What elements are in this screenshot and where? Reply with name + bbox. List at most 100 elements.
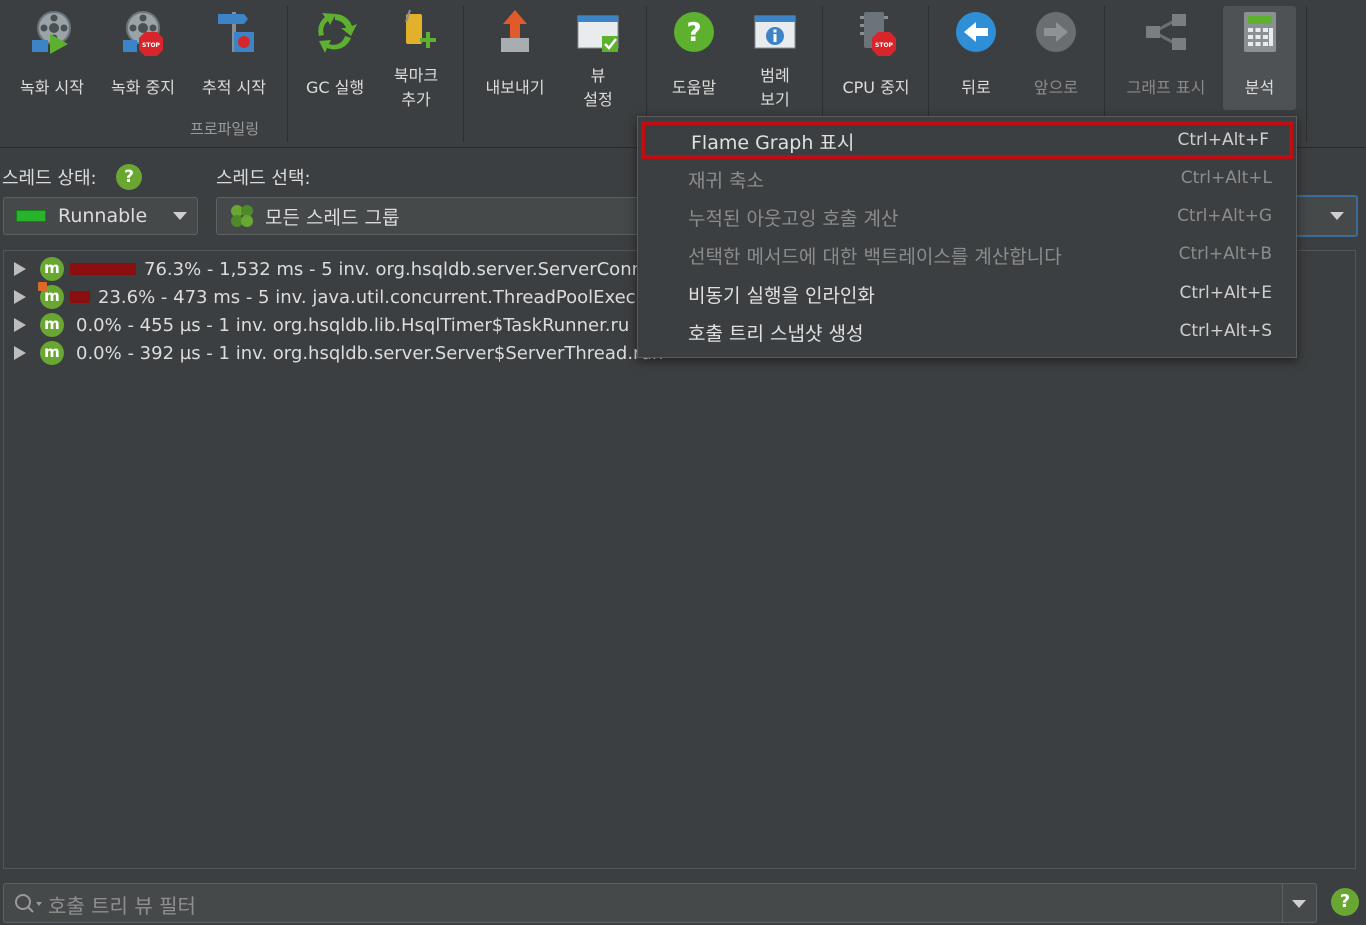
expand-icon[interactable] bbox=[14, 318, 26, 332]
menu-item-collapse-recursion[interactable]: 재귀 축소 Ctrl+Alt+L bbox=[638, 159, 1296, 197]
expand-icon[interactable] bbox=[14, 290, 26, 304]
record-stop-button[interactable]: STOP 녹화 중지 bbox=[104, 6, 182, 110]
cpu-stop-label: CPU 중지 bbox=[842, 78, 910, 97]
time-bar bbox=[70, 291, 90, 303]
menu-item-shortcut: Ctrl+Alt+G bbox=[1177, 206, 1272, 226]
forward-icon bbox=[1032, 8, 1080, 56]
search-icon[interactable] bbox=[14, 893, 44, 919]
thread-group-icon bbox=[229, 203, 255, 229]
menu-item-label: 비동기 실행을 인라인화 bbox=[688, 285, 875, 307]
tree-row[interactable]: m 23.6% - 473 ms - 5 inv. java.util.conc… bbox=[4, 282, 636, 311]
menu-item-show-flame-graph[interactable]: Flame Graph 표시 Ctrl+Alt+F bbox=[641, 121, 1293, 159]
add-bookmark-label: 북마크 추가 bbox=[393, 66, 439, 109]
forward-label: 앞으로 bbox=[1033, 78, 1079, 97]
help-label: 도움말 bbox=[671, 78, 717, 97]
menu-item-inline-async[interactable]: 비동기 실행을 인라인화 Ctrl+Alt+E bbox=[638, 274, 1296, 312]
menu-item-label: 선택한 메서드에 대한 백트레이스를 계산합니다 bbox=[688, 246, 1062, 268]
back-button[interactable]: 뒤로 bbox=[944, 6, 1008, 110]
forward-button[interactable]: 앞으로 bbox=[1020, 6, 1092, 110]
thread-status-label: 스레드 상태: bbox=[2, 168, 97, 189]
menu-item-label: 호출 트리 스냅샷 생성 bbox=[688, 323, 864, 345]
run-gc-icon bbox=[311, 8, 359, 56]
record-start-button[interactable]: 녹화 시작 bbox=[12, 6, 92, 110]
view-settings-label: 뷰 설정 bbox=[583, 66, 613, 109]
view-settings-button[interactable]: 뷰 설정 bbox=[566, 6, 630, 110]
help-icon[interactable]: ? bbox=[116, 164, 142, 190]
start-tracking-label: 추적 시작 bbox=[202, 78, 266, 97]
start-tracking-button[interactable]: 추적 시작 bbox=[194, 6, 274, 110]
time-bar bbox=[70, 263, 136, 275]
thread-status-value: Runnable bbox=[58, 205, 148, 227]
add-bookmark-icon bbox=[392, 8, 440, 56]
svg-text:STOP: STOP bbox=[875, 42, 894, 49]
cpu-stop-button[interactable]: STOP CPU 중지 bbox=[834, 6, 918, 110]
menu-item-shortcut: Ctrl+Alt+E bbox=[1179, 283, 1273, 303]
thread-select-value: 모든 스레드 그룹 bbox=[265, 206, 400, 229]
run-gc-label: GC 실행 bbox=[305, 78, 365, 97]
method-icon: m bbox=[40, 257, 64, 281]
record-start-icon bbox=[28, 8, 76, 56]
thread-status-combo[interactable]: Runnable bbox=[3, 197, 198, 235]
chevron-down-icon[interactable] bbox=[1292, 900, 1306, 908]
method-icon: m bbox=[38, 282, 64, 309]
menu-item-cumulated-outgoing-calls[interactable]: 누적된 아웃고잉 호출 계산 Ctrl+Alt+G bbox=[638, 197, 1296, 235]
expand-icon[interactable] bbox=[14, 346, 26, 360]
analyze-button[interactable]: 분석 bbox=[1223, 6, 1296, 110]
help-icon[interactable]: ? bbox=[1331, 888, 1359, 916]
menu-item-create-snapshot[interactable]: 호출 트리 스냅샷 생성 Ctrl+Alt+S bbox=[638, 312, 1296, 350]
tree-row[interactable]: m 76.3% - 1,532 ms - 5 inv. org.hsqldb.s… bbox=[4, 255, 643, 283]
show-graph-label: 그래프 표시 bbox=[1126, 78, 1206, 97]
help-button[interactable]: ? 도움말 bbox=[658, 6, 730, 110]
menu-item-shortcut: Ctrl+Alt+S bbox=[1179, 321, 1272, 341]
tree-row-text: 0.0% - 392 µs - 1 inv. org.hsqldb.server… bbox=[76, 342, 664, 364]
export-icon bbox=[491, 8, 539, 56]
menu-item-label: 재귀 축소 bbox=[688, 170, 764, 192]
svg-text:?: ? bbox=[686, 18, 701, 48]
toolbar-separator bbox=[287, 6, 288, 142]
expand-icon[interactable] bbox=[14, 262, 26, 276]
chevron-down-icon bbox=[1330, 212, 1344, 220]
runnable-status-icon bbox=[16, 210, 46, 222]
tree-row[interactable]: m 0.0% - 392 µs - 1 inv. org.hsqldb.serv… bbox=[4, 339, 663, 367]
add-bookmark-button[interactable]: 북마크 추가 bbox=[384, 6, 448, 110]
menu-item-shortcut: Ctrl+Alt+L bbox=[1180, 168, 1272, 188]
thread-select-label: 스레드 선택: bbox=[216, 168, 311, 189]
show-graph-icon bbox=[1142, 8, 1190, 56]
menu-item-shortcut: Ctrl+Alt+B bbox=[1178, 244, 1272, 264]
analyze-popup-menu: Flame Graph 표시 Ctrl+Alt+F 재귀 축소 Ctrl+Alt… bbox=[637, 116, 1297, 358]
show-legend-button[interactable]: 범례 보기 bbox=[742, 6, 808, 110]
toolbar-separator bbox=[1306, 6, 1307, 142]
tree-row-text: 76.3% - 1,532 ms - 5 inv. org.hsqldb.ser… bbox=[144, 258, 644, 280]
back-label: 뒤로 bbox=[961, 78, 991, 97]
cpu-stop-icon: STOP bbox=[852, 8, 900, 56]
menu-item-calculate-backtraces[interactable]: 선택한 메서드에 대한 백트레이스를 계산합니다 Ctrl+Alt+B bbox=[638, 235, 1296, 273]
export-button[interactable]: 내보내기 bbox=[476, 6, 554, 110]
svg-text:STOP: STOP bbox=[142, 42, 161, 49]
view-options-combo[interactable] bbox=[1290, 195, 1358, 237]
export-label: 내보내기 bbox=[485, 78, 545, 97]
help-icon: ? bbox=[670, 8, 718, 56]
show-legend-label: 범례 보기 bbox=[760, 66, 790, 109]
record-start-label: 녹화 시작 bbox=[20, 78, 84, 97]
dropdown-divider bbox=[1282, 884, 1283, 922]
record-stop-label: 녹화 중지 bbox=[111, 78, 175, 97]
filter-placeholder: 호출 트리 뷰 필터 bbox=[48, 894, 196, 918]
view-settings-icon bbox=[574, 8, 622, 56]
record-stop-icon: STOP bbox=[119, 8, 167, 56]
menu-item-shortcut: Ctrl+Alt+F bbox=[1177, 130, 1269, 150]
call-tree-filter-input[interactable]: 호출 트리 뷰 필터 bbox=[3, 883, 1317, 923]
tree-row[interactable]: m 0.0% - 455 µs - 1 inv. org.hsqldb.lib.… bbox=[4, 311, 629, 339]
toolbar-separator bbox=[463, 6, 464, 142]
thread-select-combo[interactable]: 모든 스레드 그룹 bbox=[216, 197, 640, 235]
tree-row-text: 0.0% - 455 µs - 1 inv. org.hsqldb.lib.Hs… bbox=[76, 314, 630, 336]
start-tracking-icon bbox=[210, 8, 258, 56]
method-icon: m bbox=[40, 341, 64, 365]
tree-row-text: 23.6% - 473 ms - 5 inv. java.util.concur… bbox=[98, 286, 636, 308]
menu-item-label: 누적된 아웃고잉 호출 계산 bbox=[688, 208, 899, 230]
run-gc-button[interactable]: GC 실행 bbox=[298, 6, 372, 110]
profiling-group-label: 프로파일링 bbox=[190, 120, 260, 138]
show-graph-button[interactable]: 그래프 표시 bbox=[1118, 6, 1214, 110]
show-legend-icon bbox=[751, 8, 799, 56]
analyze-icon bbox=[1236, 8, 1284, 56]
chevron-down-icon bbox=[173, 212, 187, 220]
